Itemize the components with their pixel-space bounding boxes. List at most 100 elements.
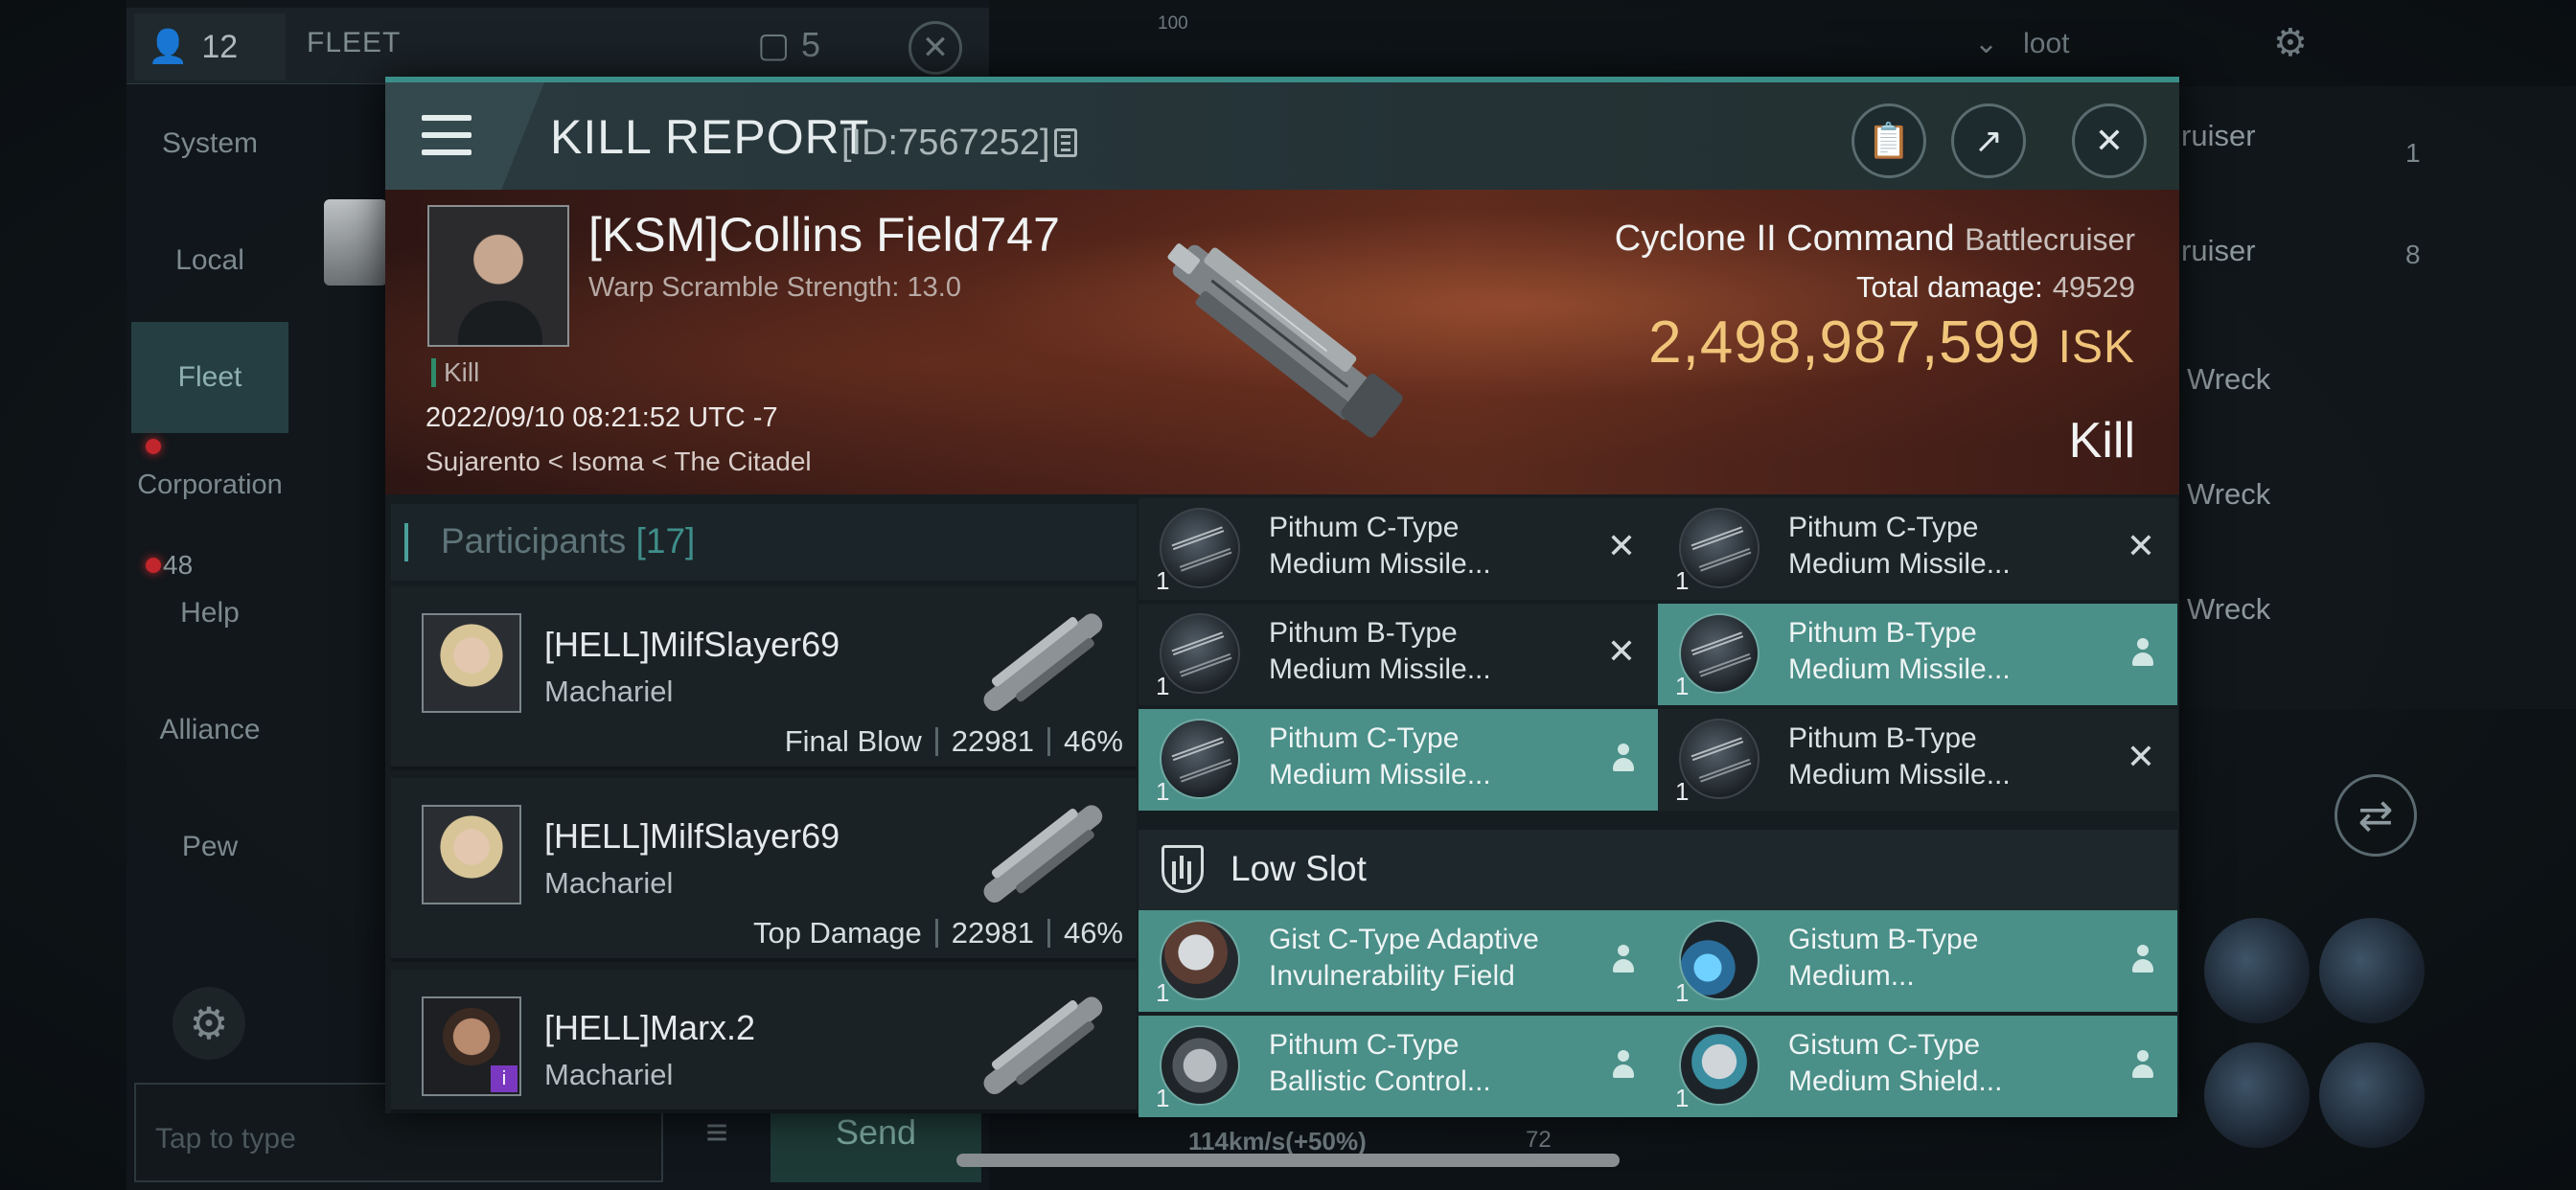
module-item[interactable]: 1 Pithum B-Type Medium Missile... ✕ [1138,604,1658,705]
swap-icon[interactable]: ⇄ [2334,774,2417,857]
module-quantity: 1 [1675,566,1690,595]
module-name: Pithum C-Type Medium Missile... [1788,512,2011,580]
menu-icon [422,132,472,138]
victim-ship-image[interactable] [1133,217,1439,466]
module-button[interactable] [2319,1042,2425,1148]
participant-stats: Final Blow 22981 46% [784,724,1123,758]
missile-launcher-icon [1679,613,1760,694]
participant-name: [HELL]Marx.2 [544,1008,756,1047]
share-icon: ↗ [1973,121,2004,160]
member-count[interactable]: 👤 12 [134,13,286,80]
low-slot-icon [1162,845,1204,893]
ballistic-control-icon [1160,1025,1240,1106]
participant-avatar[interactable] [422,613,521,713]
nav-system[interactable]: System [131,88,288,199]
module-item[interactable]: 1 Gist C-Type Adaptive Invulnerability Fi… [1138,910,1658,1012]
nav-alliance[interactable]: Alliance [131,675,288,786]
overview-count: 8 [2405,240,2421,269]
destroyed-x-icon: ✕ [1606,526,1637,565]
participant-name: [HELL]MilfSlayer69 [544,625,840,664]
module-item[interactable]: 1 Pithum B-Type Medium Missile... ✕ [1658,709,2177,811]
participant-stats: Top Damage 22981 46% [752,916,1123,950]
dropped-person-icon [1610,945,1637,977]
copy-icon[interactable] [1054,128,1077,157]
overview-filter[interactable]: ⌄ loot [1974,27,2070,60]
settings-gear-icon[interactable]: ⚙ [172,987,245,1060]
overview-row[interactable]: ruiser [2181,119,2256,153]
participant-row[interactable]: [HELL]MilfSlayer69 Machariel Final Blow … [391,586,1137,770]
notification-dot [146,439,161,454]
dropped-person-icon [2129,1050,2156,1083]
overview-row[interactable]: Wreck [2187,362,2270,397]
close-icon: ✕ [921,30,950,66]
overview-count: 1 [2405,138,2421,168]
module-quantity: 1 [1675,672,1690,700]
count-badge[interactable]: ▢ 5 [757,25,820,65]
victim-banner: [KSM]Collins Field747 Warp Scramble Stre… [385,190,2179,494]
dialog-title: KILL REPORT [550,110,870,164]
participant-ship-image [983,613,1103,712]
module-name: Pithum B-Type Medium Missile... [1788,722,2011,790]
participant-ship-image [983,996,1103,1095]
warp-scramble: Warp Scramble Strength: 13.0 [588,272,961,303]
overview-row[interactable]: Wreck [2187,592,2270,627]
dropped-person-icon [1610,744,1637,776]
result-label: Kill [2068,413,2135,469]
dropped-person-icon [2129,638,2156,671]
kill-location[interactable]: Sujarento < Isoma < The Citadel [426,446,812,477]
menu-icon [422,149,472,155]
participant-avatar[interactable] [422,805,521,904]
participant-row[interactable]: [HELL]MilfSlayer69 Machariel Top Damage … [391,778,1137,962]
module-name: Pithum C-Type Medium Missile... [1269,512,1491,580]
destroyed-x-icon: ✕ [2126,737,2156,776]
close-button[interactable]: ✕ [2072,103,2147,178]
chat-close-button[interactable]: ✕ [908,21,962,75]
module-item[interactable]: 1 Pithum C-Type Medium Missile... ✕ [1658,498,2177,600]
module-item[interactable]: 1 Pithum C-Type Medium Missile... ✕ [1138,498,1658,600]
nav-help[interactable]: Help [131,558,288,669]
module-name: Pithum C-Type Ballistic Control... [1269,1029,1491,1097]
module-name: Gistum B-Type Medium... [1788,924,1979,992]
kill-datetime: 2022/09/10 08:21:52 UTC -7 [426,402,778,433]
victim-name[interactable]: [KSM]Collins Field747 [588,207,1060,263]
module-button[interactable] [2204,918,2310,1023]
shield-extender-icon [1679,1025,1760,1106]
participants-count: [17] [635,521,696,561]
shield-booster-icon [1679,920,1760,1000]
module-quantity: 1 [1675,1084,1690,1112]
nav-fleet[interactable]: Fleet [131,322,288,433]
missile-launcher-icon [1160,613,1240,694]
module-item[interactable]: 1 Pithum B-Type Medium Missile... [1658,604,2177,705]
low-slot-label: Low Slot [1230,849,1367,888]
participant-ship: Machariel [544,866,674,900]
module-item[interactable]: 1 Pithum C-Type Medium Missile... [1138,709,1658,811]
speed-extra: 72 [1526,1127,1552,1153]
module-quantity: 1 [1156,566,1170,595]
destroyed-x-icon: ✕ [2126,526,2156,565]
filter-icon[interactable]: ⚙ [2273,21,2308,65]
module-name: Pithum B-Type Medium Missile... [1788,617,2011,685]
module-item[interactable]: 1 Gistum C-Type Medium Shield... [1658,1016,2177,1117]
victim-portrait[interactable] [427,205,569,347]
participant-avatar[interactable]: i [422,996,521,1096]
window-icon: ▢ [757,25,791,64]
missile-launcher-icon [1160,508,1240,588]
participant-ship: Machariel [544,675,674,708]
participant-ship-image [983,805,1103,904]
module-quantity: 1 [1156,777,1170,806]
module-button[interactable] [2319,918,2425,1023]
share-button[interactable]: ↗ [1951,103,2026,178]
ship-name[interactable]: Cyclone II Command Battlecruiser [1615,218,2135,260]
clipboard-button[interactable]: 📋 [1852,103,1926,178]
nav-pew[interactable]: Pew [131,791,288,903]
menu-button[interactable] [385,82,544,190]
kill-tag: Kill [431,358,479,387]
nav-corporation[interactable]: Corporation [131,469,288,501]
module-button[interactable] [2204,1042,2310,1148]
module-item[interactable]: 1 Pithum C-Type Ballistic Control... [1138,1016,1658,1117]
module-item[interactable]: 1 Gistum B-Type Medium... [1658,910,2177,1012]
participant-row[interactable]: i [HELL]Marx.2 Machariel [391,970,1137,1113]
overview-row[interactable]: ruiser [2181,234,2256,268]
nav-local[interactable]: Local [131,205,288,316]
overview-row[interactable]: Wreck [2187,477,2270,512]
